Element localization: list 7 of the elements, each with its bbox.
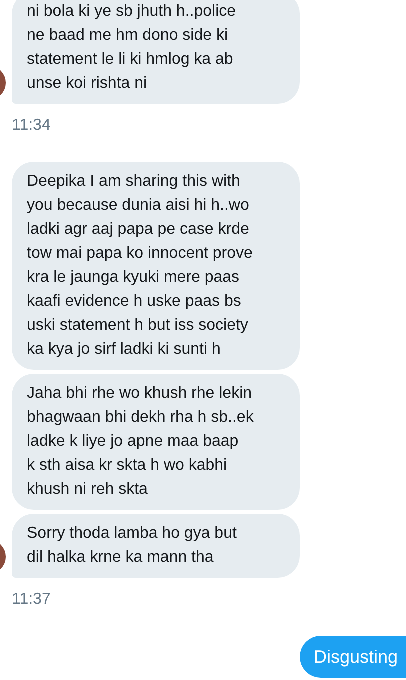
message-bubble: Sorry thoda lamba ho gya but dil halka krne ka mann tha	[12, 514, 300, 578]
timestamp: 11:37	[12, 590, 51, 610]
message-bubble: Jaha bhi rhe wo khush rhe lekin bhagwaan bhi dekh rha h sb..ek ladke k liye jo apne maa baap k sth aisa kr skta h wo kabhi khush ni reh skta	[12, 374, 300, 510]
message-bubble: Deepika I am sharing this with you because dunia aisi hi h..wo ladki agr aaj papa pe case krde tow mai papa ko innocent prove kra le jaunga kyuki mere paas kaafi evidence h uske paas bs uski statement h but iss society ka kya jo sirf ladki ki sunti h	[12, 162, 300, 370]
message-bubble: ni bola ki ye sb jhuth h..police ne baad me hm dono side ki statement le li ki hmlog ka ab unse koi rishta ni	[12, 0, 300, 104]
sent-message-bubble: Disgusting	[300, 636, 406, 678]
timestamp: 11:34	[12, 116, 51, 136]
